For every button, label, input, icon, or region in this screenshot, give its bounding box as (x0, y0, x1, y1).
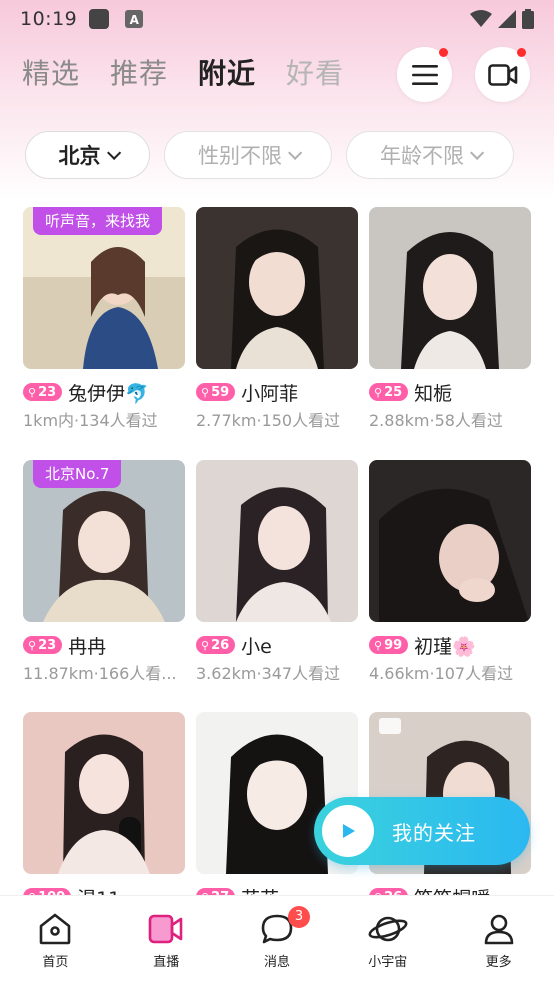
streamer-card[interactable]: ⚲100 渴11 (23, 712, 185, 912)
key-icon: ⚲ (28, 638, 37, 652)
nav-home-label: 首页 (42, 955, 69, 970)
gender-filter[interactable]: 性别不限 (164, 131, 332, 179)
nav-more-label: 更多 (485, 955, 512, 970)
key-icon: ⚲ (201, 638, 210, 652)
nav-universe-label: 小宇宙 (368, 955, 408, 970)
menu-notification-dot (439, 48, 448, 57)
distance-views: 3.62km·347人看过 (196, 664, 341, 683)
text-input-icon: A (125, 10, 144, 28)
level-badge: ⚲ 25 (369, 383, 409, 401)
gender-filter-label: 性别不限 (198, 144, 282, 168)
streamer-card[interactable]: 北京No.7 ⚲ 23 冉冉 11.87km·166人看... (23, 460, 185, 684)
level-badge: ⚲ 23 (23, 383, 63, 401)
streamer-card[interactable]: 听声音，来找我 ⚲ 23 兔伊伊🐬 1km内·134人看过 (23, 207, 185, 431)
menu-icon (411, 64, 438, 85)
nav-universe[interactable]: 小宇宙 (332, 896, 443, 984)
streamer-card[interactable]: ⚲ 99 初瑾🌸 4.66km·107人看过 (369, 460, 531, 684)
nav-more[interactable]: 更多 (443, 896, 554, 984)
card-tag: 听声音，来找我 (33, 207, 163, 235)
streamer-card[interactable]: ⚲ 26 小e 3.62km·347人看过 (196, 460, 358, 684)
notification-square-icon (89, 9, 110, 29)
tab-recommended[interactable]: 推荐 (110, 52, 168, 92)
nav-messages-label: 消息 (263, 955, 290, 970)
distance-views: 2.88km·58人看过 (369, 411, 503, 430)
streamer-photo: 听声音，来找我 (23, 207, 185, 369)
streamer-name: 小e (241, 635, 272, 658)
bottom-nav: 首页 直播 3 消息 小宇宙 更多 (0, 895, 554, 984)
planet-icon (368, 916, 408, 942)
streamer-photo (196, 460, 358, 622)
menu-button[interactable] (397, 47, 452, 102)
tab-featured[interactable]: 精选 (22, 52, 80, 92)
live-notification-dot (517, 48, 526, 57)
streamer-name: 初瑾🌸 (414, 635, 476, 658)
chevron-down-icon (106, 145, 121, 160)
message-count-badge: 3 (288, 906, 311, 928)
level-badge: ⚲ 59 (196, 383, 236, 401)
key-icon: ⚲ (201, 385, 210, 399)
home-icon (40, 913, 71, 945)
city-filter[interactable]: 北京 (25, 131, 150, 179)
distance-views: 2.77km·150人看过 (196, 411, 341, 430)
video-camera-icon (487, 63, 517, 86)
streamer-card[interactable]: ⚲ 25 知栀 2.88km·58人看过 (369, 207, 531, 431)
streamer-name: 知栀 (414, 382, 453, 405)
key-icon: ⚲ (28, 385, 37, 399)
play-icon (322, 805, 374, 857)
level-badge: ⚲ 99 (369, 636, 409, 654)
tab-nearby[interactable]: 附近 (198, 52, 256, 92)
tab-good-looking[interactable]: 好看 (286, 52, 344, 92)
age-filter[interactable]: 年龄不限 (346, 131, 514, 179)
go-live-button[interactable] (475, 47, 530, 102)
streamer-card[interactable]: ⚲ 59 小阿菲 2.77km·150人看过 (196, 207, 358, 431)
nav-live-label: 直播 (153, 955, 180, 970)
wifi-icon (470, 10, 492, 27)
key-icon: ⚲ (374, 385, 383, 399)
key-icon: ⚲ (374, 638, 383, 652)
distance-views: 11.87km·166人看... (23, 664, 177, 683)
signal-icon (498, 10, 516, 28)
my-follows-button[interactable]: 我的关注 (314, 797, 530, 865)
chevron-down-icon (288, 145, 303, 160)
streamer-photo (196, 207, 358, 369)
streamer-photo: 北京No.7 (23, 460, 185, 622)
card-tag: 北京No.7 (33, 460, 122, 488)
screen-icon (379, 718, 401, 734)
distance-views: 4.66km·107人看过 (369, 664, 514, 683)
status-bar: 10:19 A (0, 0, 554, 38)
level-badge: ⚲ 23 (23, 636, 63, 654)
top-tabs: 精选 推荐 附近 好看 (22, 52, 344, 92)
streamer-name: 兔伊伊🐬 (68, 382, 149, 405)
battery-icon (522, 9, 534, 29)
streamer-photo (23, 712, 185, 874)
person-icon (484, 914, 513, 945)
streamer-photo (369, 207, 531, 369)
nav-messages[interactable]: 3 消息 (222, 896, 333, 984)
video-icon (148, 914, 183, 944)
nav-home[interactable]: 首页 (0, 896, 111, 984)
my-follows-label: 我的关注 (392, 820, 476, 845)
city-filter-label: 北京 (58, 144, 101, 168)
level-badge: ⚲26 (196, 636, 236, 654)
chevron-down-icon (470, 145, 485, 160)
streamer-name: 小阿菲 (241, 382, 299, 405)
nav-live[interactable]: 直播 (111, 896, 222, 984)
status-time: 10:19 (20, 8, 78, 30)
filter-bar: 北京 性别不限 年龄不限 (25, 131, 514, 179)
streamer-name: 冉冉 (68, 635, 107, 658)
distance-views: 1km内·134人看过 (23, 411, 158, 430)
age-filter-label: 年龄不限 (380, 144, 464, 168)
streamer-photo (369, 460, 531, 622)
